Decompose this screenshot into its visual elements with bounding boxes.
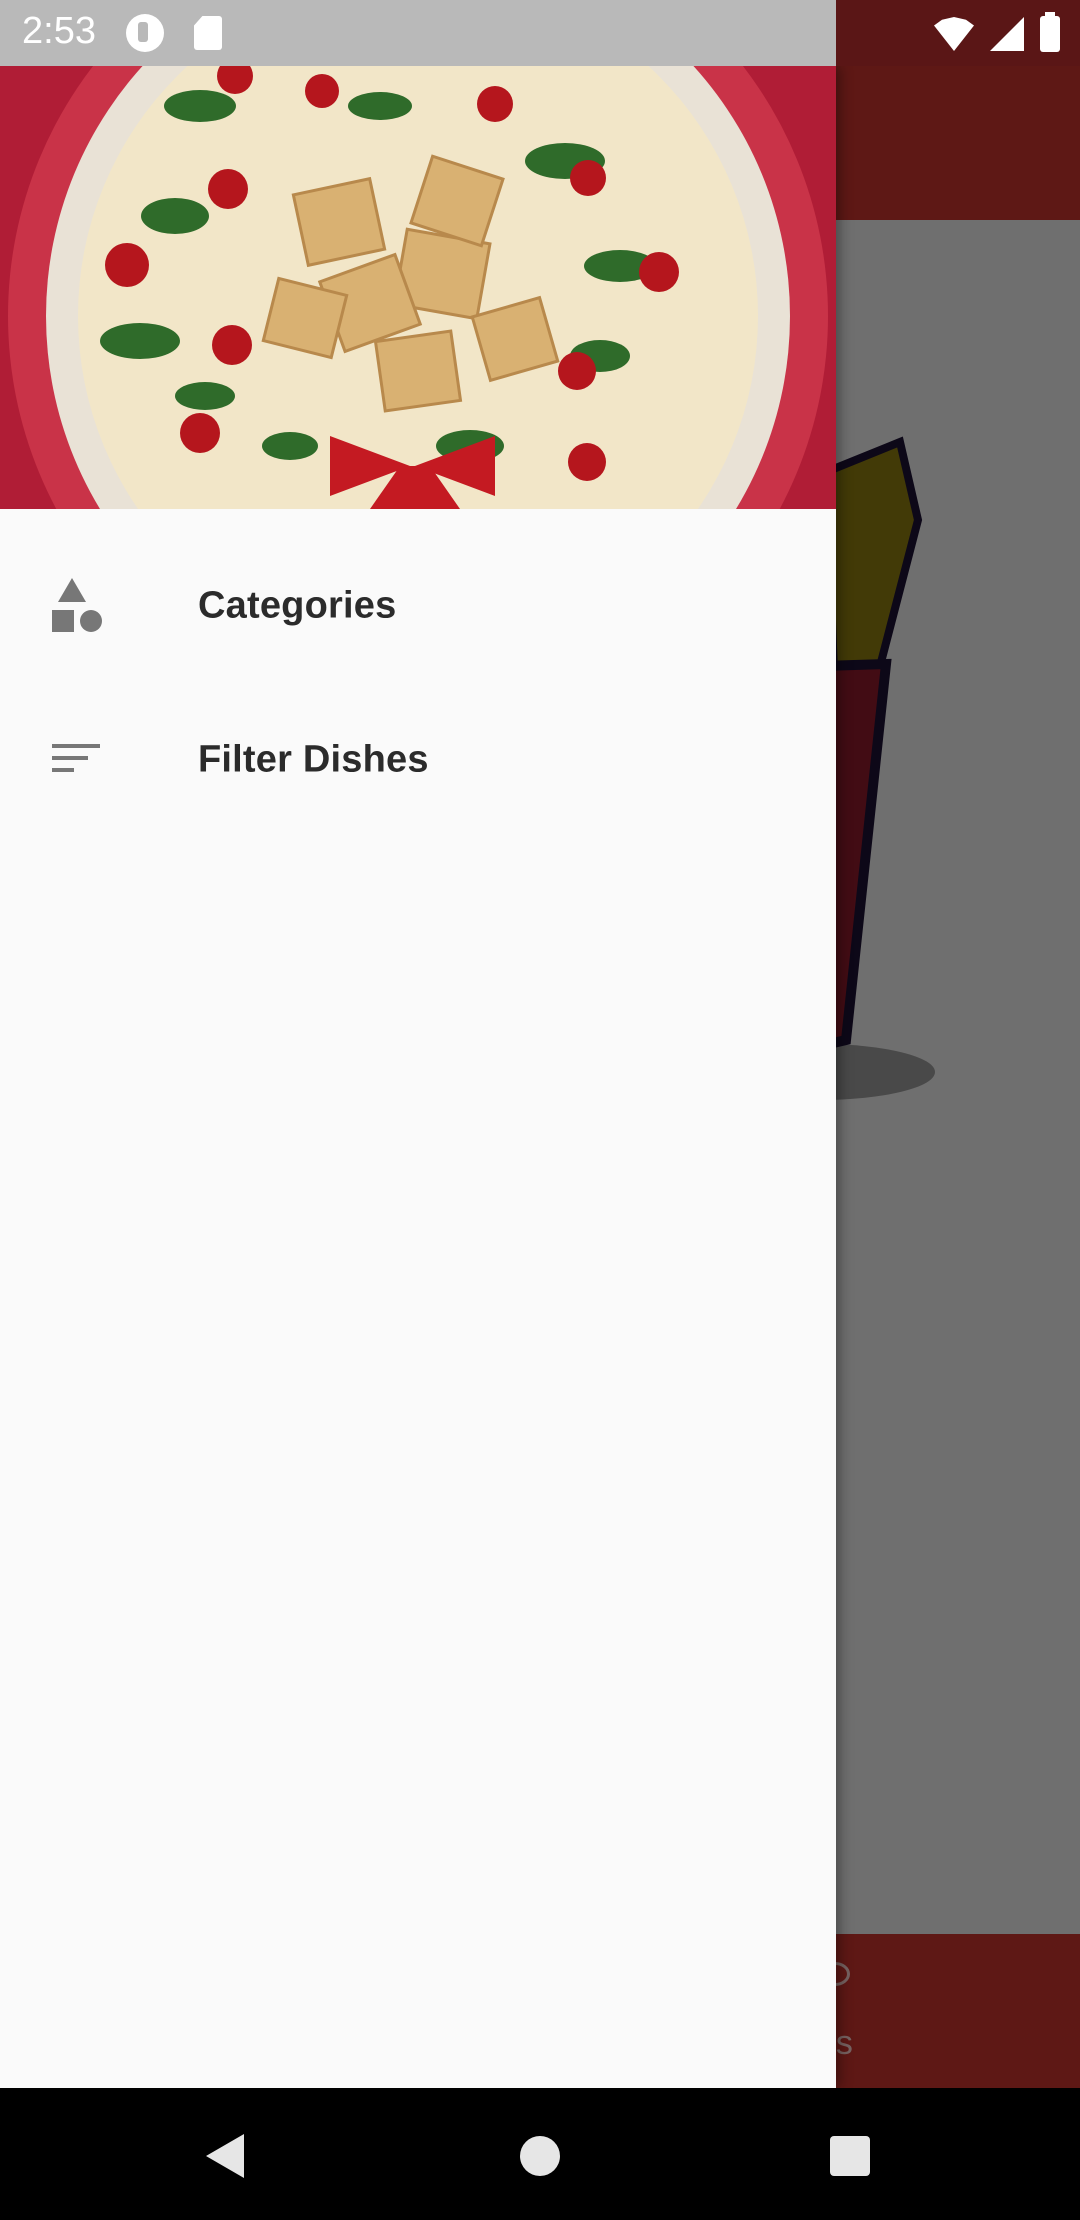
drawer-header-image xyxy=(0,66,836,509)
battery-icon xyxy=(1040,12,1060,52)
cell-signal-icon xyxy=(990,17,1024,51)
status-icons xyxy=(934,12,1060,54)
wifi-icon xyxy=(934,17,974,51)
food-platter-image xyxy=(0,66,836,509)
home-icon[interactable] xyxy=(520,2136,560,2176)
shapes-icon xyxy=(52,578,102,632)
notification-icon xyxy=(126,14,164,52)
navigation-drawer: Categories Filter Dishes xyxy=(0,66,836,2088)
filter-icon xyxy=(52,744,100,772)
recents-icon[interactable] xyxy=(830,2136,870,2176)
drawer-item-categories[interactable]: Categories xyxy=(0,529,836,683)
drawer-item-label: Categories xyxy=(198,584,397,627)
system-navigation-bar xyxy=(0,2088,1080,2220)
drawer-item-label: Filter Dishes xyxy=(198,738,429,781)
status-time: 2:53 xyxy=(22,10,96,52)
sd-card-icon xyxy=(194,16,222,50)
back-icon[interactable] xyxy=(206,2134,244,2178)
drawer-item-filter-dishes[interactable]: Filter Dishes xyxy=(0,683,836,837)
